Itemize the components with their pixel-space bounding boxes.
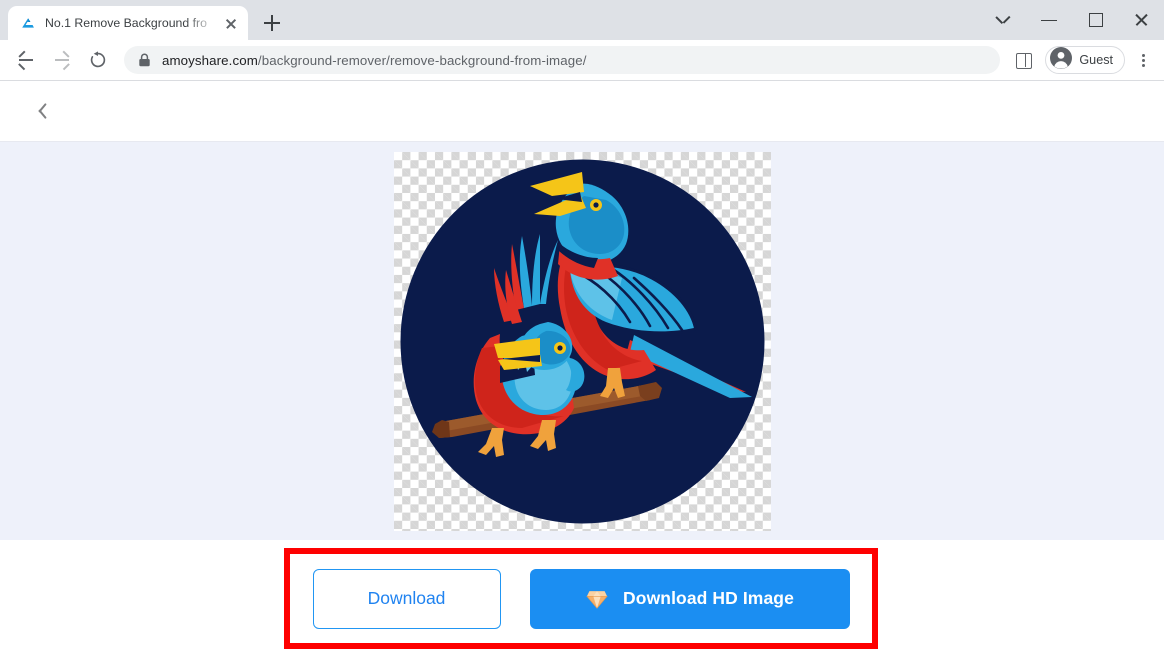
page-header bbox=[0, 81, 1164, 142]
url-domain: amoyshare.com bbox=[162, 52, 258, 68]
profile-button[interactable]: Guest bbox=[1045, 46, 1125, 74]
side-panel-icon[interactable] bbox=[1008, 45, 1038, 75]
download-button-label: Download bbox=[367, 588, 446, 608]
reload-icon[interactable] bbox=[83, 45, 113, 75]
profile-label: Guest bbox=[1079, 53, 1113, 67]
new-tab-button[interactable] bbox=[258, 9, 286, 37]
transparency-checkerboard bbox=[393, 151, 771, 531]
search-tabs-icon[interactable] bbox=[980, 0, 1026, 40]
address-bar[interactable]: amoyshare.com/background-remover/remove-… bbox=[124, 46, 1001, 74]
page-content: Download Download HD Image bbox=[0, 81, 1164, 658]
tab-title: No.1 Remove Background fro bbox=[45, 16, 207, 30]
image-preview-area bbox=[0, 142, 1164, 540]
close-icon[interactable] bbox=[222, 14, 240, 32]
browser-window: No.1 Remove Background fro amoyshare.com… bbox=[0, 0, 1164, 658]
download-button[interactable]: Download bbox=[312, 568, 501, 629]
forward-button[interactable] bbox=[47, 45, 77, 75]
browser-toolbar: amoyshare.com/background-remover/remove-… bbox=[0, 40, 1164, 81]
download-hd-button[interactable]: Download HD Image bbox=[529, 568, 850, 629]
action-bar: Download Download HD Image bbox=[0, 540, 1164, 658]
url-path: /background-remover/remove-background-fr… bbox=[257, 52, 587, 68]
maximize-icon[interactable] bbox=[1072, 0, 1118, 40]
url-text: amoyshare.com/background-remover/remove-… bbox=[162, 53, 587, 68]
tab-strip: No.1 Remove Background fro bbox=[0, 0, 1164, 40]
download-actions-highlight: Download Download HD Image bbox=[284, 548, 878, 649]
bird-illustration bbox=[400, 159, 764, 523]
gem-diamond-icon bbox=[585, 587, 609, 611]
chrome-menu-icon[interactable] bbox=[1130, 45, 1156, 75]
lock-icon bbox=[138, 53, 151, 67]
avatar bbox=[1050, 46, 1073, 74]
window-controls bbox=[980, 0, 1164, 40]
chevron-left-icon[interactable] bbox=[26, 96, 56, 126]
browser-tab[interactable]: No.1 Remove Background fro bbox=[8, 6, 248, 40]
minimize-icon[interactable] bbox=[1026, 0, 1072, 40]
back-button[interactable] bbox=[11, 45, 41, 75]
amoyshare-logo-icon bbox=[19, 15, 36, 32]
close-window-icon[interactable] bbox=[1118, 0, 1164, 40]
download-hd-button-label: Download HD Image bbox=[623, 588, 794, 608]
